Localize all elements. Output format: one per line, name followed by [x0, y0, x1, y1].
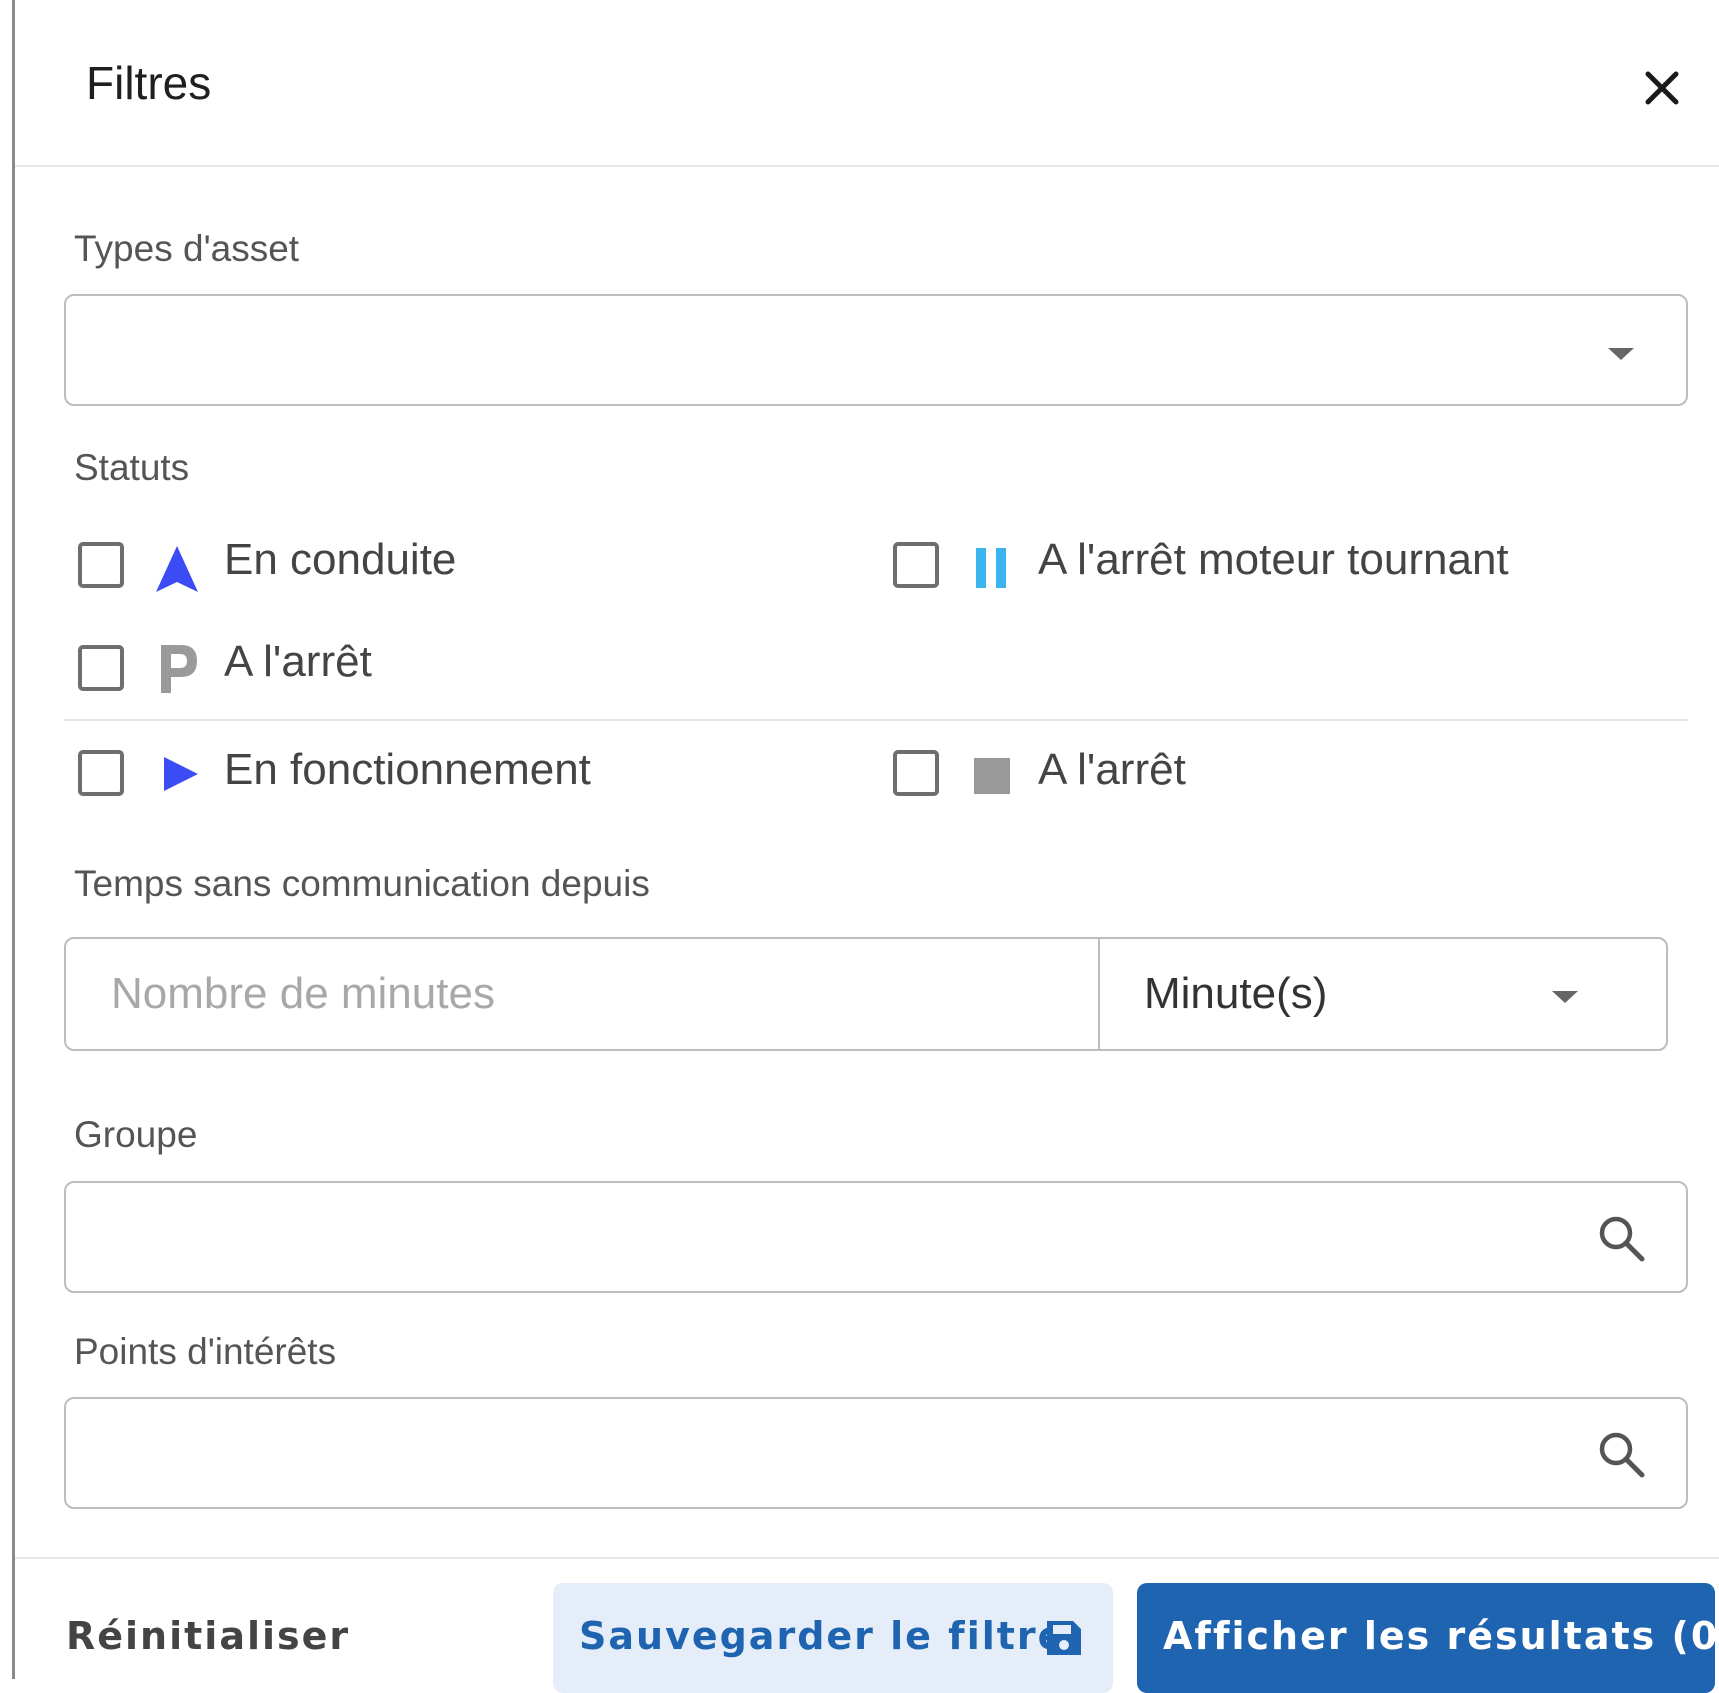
- status-divider: [64, 719, 1688, 721]
- asset-types-select[interactable]: [64, 294, 1688, 406]
- status-driving-label: En conduite: [224, 535, 457, 584]
- show-results-button[interactable]: Afficher les résultats (0): [1137, 1583, 1719, 1693]
- no-communication-label: Temps sans communication depuis: [74, 863, 650, 904]
- close-icon: [1645, 71, 1679, 105]
- play-icon: [164, 757, 198, 791]
- poi-search-input[interactable]: [64, 1397, 1688, 1509]
- save-filter-button[interactable]: Sauvegarder le filtre: [553, 1583, 1113, 1693]
- search-icon: [1599, 1432, 1645, 1478]
- chevron-down-icon: [1608, 348, 1634, 360]
- status-driving-checkbox[interactable]: [78, 542, 124, 588]
- status-parked-label: A l'arrêt: [224, 637, 372, 686]
- poi-label: Points d'intérêts: [74, 1331, 337, 1372]
- status-stopped-checkbox[interactable]: [893, 750, 939, 796]
- asset-types-label: Types d'asset: [74, 228, 300, 269]
- status-idling-checkbox[interactable]: [893, 542, 939, 588]
- search-icon: [1599, 1216, 1645, 1262]
- panel-left-border: [12, 0, 15, 1679]
- navigation-arrow-icon: [156, 546, 198, 592]
- footer-divider: [15, 1557, 1719, 1559]
- minutes-input[interactable]: Nombre de minutes: [66, 939, 1098, 1049]
- parking-icon: [161, 645, 197, 693]
- minutes-input-placeholder: Nombre de minutes: [111, 969, 495, 1018]
- panel-header: Filtres: [15, 0, 1719, 167]
- save-icon: [1047, 1621, 1081, 1655]
- chevron-down-icon: [1552, 991, 1578, 1003]
- group-search-input[interactable]: [64, 1181, 1688, 1293]
- status-running-label: En fonctionnement: [224, 745, 591, 794]
- stop-icon: [974, 758, 1010, 794]
- statuses-label: Statuts: [74, 447, 190, 488]
- reset-button[interactable]: Réinitialiser: [58, 1585, 358, 1679]
- panel-title: Filtres: [86, 57, 212, 109]
- status-running-checkbox[interactable]: [78, 750, 124, 796]
- save-filter-label: Sauvegarder le filtre: [579, 1614, 1066, 1658]
- filters-panel: Filtres Types d'asset Statuts En conduit…: [0, 0, 1719, 1693]
- unit-select[interactable]: Minute(s): [1100, 939, 1666, 1049]
- no-communication-group: Nombre de minutes Minute(s): [64, 937, 1668, 1051]
- close-button[interactable]: [1632, 58, 1692, 118]
- status-stopped-label: A l'arrêt: [1038, 745, 1186, 794]
- pause-icon: [976, 548, 1006, 588]
- reset-button-label: Réinitialiser: [66, 1614, 351, 1658]
- show-results-label: Afficher les résultats (0): [1163, 1614, 1719, 1658]
- unit-select-value: Minute(s): [1144, 969, 1328, 1018]
- status-idling-label: A l'arrêt moteur tournant: [1038, 535, 1509, 584]
- group-label: Groupe: [74, 1114, 198, 1155]
- status-parked-checkbox[interactable]: [78, 645, 124, 691]
